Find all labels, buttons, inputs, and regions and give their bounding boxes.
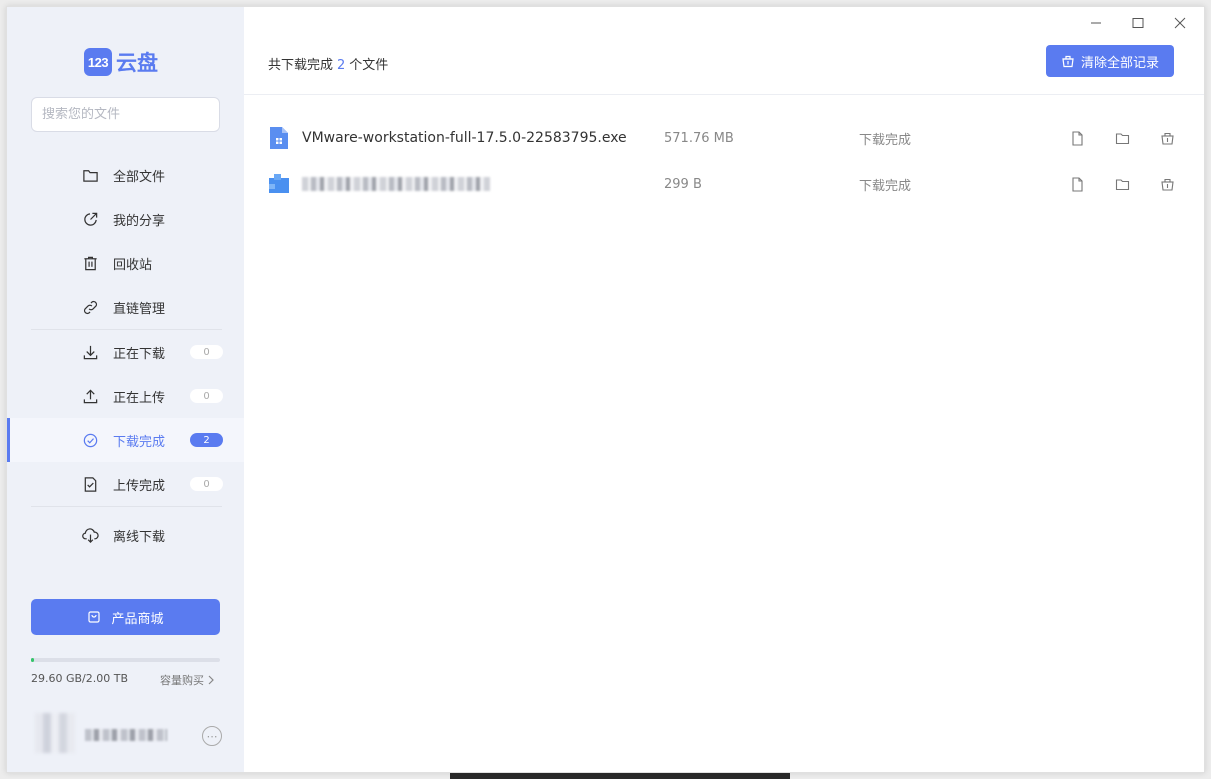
sidebar-item-label: 全部文件: [113, 169, 166, 185]
summary-suffix: 个文件: [349, 58, 389, 73]
file-icon: [269, 174, 289, 193]
sidebar-item-direct-link[interactable]: 直链管理: [7, 285, 244, 329]
sidebar-item-downloading[interactable]: 正在下载 0: [7, 330, 244, 374]
open-folder-icon[interactable]: [1115, 131, 1130, 146]
sidebar-item-label: 直链管理: [113, 301, 166, 317]
table-row[interactable]: 299 B 下载完成: [244, 161, 1204, 207]
open-file-icon[interactable]: [1070, 176, 1085, 192]
username-blurred: [85, 729, 167, 741]
sidebar: 123 云盘 全部文件 我的分享 回收站 直链管理: [7, 7, 244, 772]
clear-all-records-button[interactable]: 清除全部记录: [1046, 45, 1174, 77]
buy-capacity-link[interactable]: 容量购买: [160, 672, 215, 688]
product-store-button[interactable]: 产品商城: [31, 599, 220, 635]
search-input[interactable]: [42, 107, 212, 122]
delete-record-icon[interactable]: [1160, 177, 1175, 192]
file-name-blurred: [302, 177, 490, 191]
sidebar-item-label: 我的分享: [113, 213, 166, 229]
search-box[interactable]: [31, 97, 220, 132]
sidebar-item-offline-download[interactable]: 离线下载: [7, 513, 244, 557]
sidebar-item-label: 上传完成: [113, 478, 166, 494]
close-icon[interactable]: [1170, 13, 1190, 33]
app-logo: 123 云盘: [84, 47, 158, 77]
clear-records-icon: [1062, 55, 1074, 68]
file-name: VMware-workstation-full-17.5.0-22583795.…: [302, 130, 627, 146]
download-summary: 共下载完成 2 个文件: [268, 54, 388, 73]
summary-count: 2: [337, 58, 346, 73]
row-actions: [1070, 176, 1175, 192]
logo-mark: 123: [84, 48, 112, 76]
storage-usage-fill: [31, 658, 34, 662]
file-status: 下载完成: [859, 178, 912, 194]
product-store-label: 产品商城: [111, 611, 164, 627]
count-badge: 2: [190, 433, 223, 447]
delete-record-icon[interactable]: [1160, 131, 1175, 146]
logo-text: 云盘: [116, 51, 158, 75]
avatar[interactable]: [35, 713, 75, 753]
open-folder-icon[interactable]: [1115, 177, 1130, 192]
row-actions: [1070, 130, 1175, 146]
exe-file-icon: [270, 127, 288, 149]
link-icon: [82, 299, 99, 316]
cloud-download-icon: [82, 527, 99, 544]
table-row[interactable]: VMware-workstation-full-17.5.0-22583795.…: [244, 115, 1204, 161]
sidebar-item-label: 正在上传: [113, 390, 166, 406]
storage-usage-text: 29.60 GB/2.00 TB: [31, 672, 129, 685]
sidebar-item-all-files[interactable]: 全部文件: [7, 153, 244, 197]
sidebar-item-label: 回收站: [113, 257, 153, 273]
sidebar-item-label: 正在下载: [113, 346, 166, 362]
sidebar-item-label: 下载完成: [113, 434, 166, 450]
upload-icon: [82, 388, 99, 405]
minimize-icon[interactable]: [1086, 13, 1106, 33]
more-icon[interactable]: ⋯: [202, 726, 222, 746]
count-badge: 0: [190, 389, 223, 403]
folder-icon: [82, 167, 99, 184]
summary-prefix: 共下载完成: [268, 58, 334, 73]
chevron-right-icon: [208, 675, 214, 685]
trash-icon: [82, 255, 99, 272]
main-panel: 共下载完成 2 个文件 清除全部记录 VMware-workstation-full…: [244, 7, 1204, 772]
window-controls: [1086, 13, 1190, 33]
file-size: 571.76 MB: [664, 130, 734, 146]
count-badge: 0: [190, 477, 223, 491]
buy-capacity-label: 容量购买: [160, 674, 204, 687]
file-status: 下载完成: [859, 132, 912, 148]
download-icon: [82, 344, 99, 361]
content-header: 共下载完成 2 个文件 清除全部记录: [244, 45, 1204, 95]
sidebar-item-my-share[interactable]: 我的分享: [7, 197, 244, 241]
sidebar-nav: 全部文件 我的分享 回收站 直链管理 正在下载 0 正在上传 0 下载完成 2 …: [7, 153, 244, 557]
check-circle-icon: [82, 432, 99, 449]
sidebar-divider: [31, 506, 222, 507]
app-window: 123 云盘 全部文件 我的分享 回收站 直链管理: [6, 6, 1205, 773]
share-icon: [82, 211, 99, 228]
shopping-bag-icon: [88, 611, 101, 623]
sidebar-item-recycle-bin[interactable]: 回收站: [7, 241, 244, 285]
file-list: VMware-workstation-full-17.5.0-22583795.…: [244, 115, 1204, 207]
maximize-icon[interactable]: [1128, 13, 1148, 33]
sidebar-item-upload-complete[interactable]: 上传完成 0: [7, 462, 244, 506]
check-file-icon: [82, 476, 99, 493]
clear-all-records-label: 清除全部记录: [1080, 55, 1159, 71]
sidebar-item-label: 离线下载: [113, 529, 166, 545]
count-badge: 0: [190, 345, 223, 359]
open-file-icon[interactable]: [1070, 130, 1085, 146]
sidebar-item-download-complete[interactable]: 下载完成 2: [7, 418, 244, 462]
storage-usage-bar: [31, 658, 220, 662]
sidebar-item-uploading[interactable]: 正在上传 0: [7, 374, 244, 418]
file-size: 299 B: [664, 176, 702, 192]
